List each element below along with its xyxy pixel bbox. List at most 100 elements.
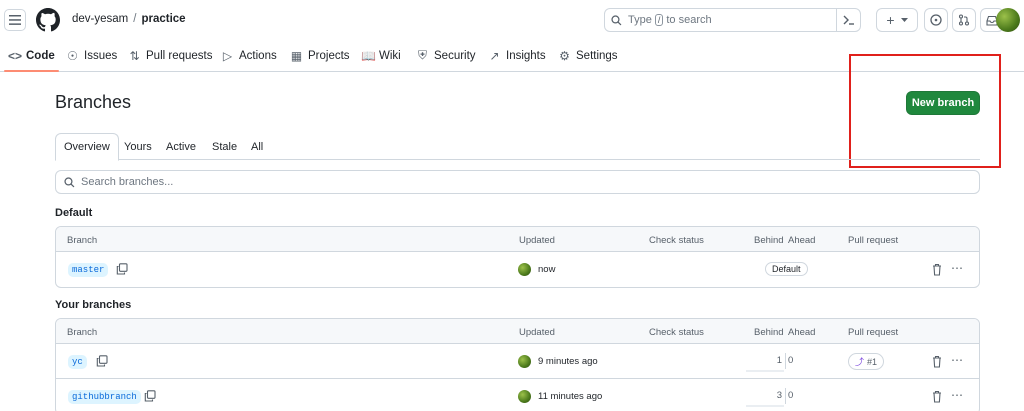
- user-avatar[interactable]: [996, 8, 1020, 32]
- avatar: [518, 263, 531, 276]
- search-shortcut-key: /: [654, 14, 664, 26]
- pull-requests-button[interactable]: [952, 8, 976, 32]
- behind-count: 3: [776, 390, 782, 401]
- tab-settings[interactable]: ⚙ Settings: [558, 40, 617, 71]
- avatar: [518, 355, 531, 368]
- col-updated: Updated: [519, 235, 555, 246]
- global-search-input[interactable]: Type / to search: [604, 8, 861, 32]
- table-header: Branch Updated Check status Behind Ahead…: [56, 319, 979, 344]
- search-type-label: Type: [628, 14, 652, 26]
- tab-insights[interactable]: ↗ Insights: [488, 40, 546, 71]
- tab-security[interactable]: ⛨ Security: [416, 40, 476, 71]
- behind-bar: [746, 405, 784, 407]
- trash-icon[interactable]: [931, 355, 943, 368]
- ahead-behind-divider: [785, 388, 786, 404]
- graph-icon: ↗: [489, 48, 500, 63]
- your-branches-table: Branch Updated Check status Behind Ahead…: [55, 318, 980, 411]
- issue-opened-icon: [930, 14, 942, 26]
- default-branches-table: Branch Updated Check status Behind Ahead…: [55, 226, 980, 288]
- copy-icon[interactable]: [144, 390, 156, 402]
- git-pull-request-icon: ⤴: [855, 357, 865, 367]
- copy-icon[interactable]: [116, 263, 128, 275]
- search-branches-input[interactable]: Search branches...: [55, 170, 980, 194]
- tab-pull-requests[interactable]: ⇅ Pull requests: [128, 40, 212, 71]
- table-row: yc 9 minutes ago 1 0 ⤴ #1 ⋯: [56, 344, 979, 379]
- ahead-behind-divider: [785, 353, 786, 369]
- col-ahead: Ahead: [788, 235, 816, 246]
- chevron-down-icon: [900, 17, 908, 22]
- tab-projects[interactable]: ▦ Projects: [290, 40, 350, 71]
- search-branches-placeholder: Search branches...: [81, 176, 174, 188]
- updated-time: now: [538, 264, 556, 275]
- tab-code[interactable]: <> Code: [4, 40, 59, 72]
- shield-icon: ⛨: [417, 48, 427, 62]
- pull-request-badge[interactable]: ⤴ #1: [848, 353, 885, 370]
- your-branches-heading: Your branches: [55, 299, 132, 311]
- book-icon: 📖: [361, 48, 376, 63]
- create-new-button[interactable]: +: [876, 8, 918, 32]
- new-branch-button[interactable]: New branch: [906, 91, 980, 115]
- ahead-count: 0: [788, 355, 794, 366]
- plus-icon: +: [886, 12, 895, 28]
- pull-request-icon: ⇅: [129, 48, 140, 63]
- tab-yours[interactable]: Yours: [124, 133, 152, 160]
- tab-wiki[interactable]: 📖 Wiki: [361, 40, 401, 71]
- copy-icon[interactable]: [96, 355, 108, 367]
- issue-icon: ☉: [67, 48, 78, 63]
- tab-active[interactable]: Active: [166, 133, 196, 160]
- col-pull-request: Pull request: [848, 235, 899, 246]
- table-row: githubbranch 11 minutes ago 3 0 ⋯: [56, 379, 979, 411]
- col-check-status: Check status: [649, 235, 704, 246]
- behind-bar: [746, 370, 784, 372]
- pull-request-number: #1: [867, 356, 878, 367]
- search-to-label: to search: [666, 14, 712, 26]
- tab-actions[interactable]: ▷ Actions: [221, 40, 277, 71]
- default-badge: Default: [765, 262, 808, 276]
- col-check-status: Check status: [649, 327, 704, 338]
- tab-overview[interactable]: Overview: [55, 133, 119, 161]
- tab-pull-requests-label: Pull requests: [146, 49, 213, 62]
- updated-time: 11 minutes ago: [538, 391, 603, 402]
- col-branch: Branch: [67, 327, 98, 338]
- col-behind: Behind: [754, 327, 784, 338]
- branch-name-link[interactable]: yc: [68, 355, 87, 369]
- hamburger-icon: [9, 15, 21, 25]
- tab-all[interactable]: All: [251, 133, 263, 160]
- tab-actions-label: Actions: [239, 49, 277, 62]
- tab-stale[interactable]: Stale: [212, 133, 237, 160]
- tab-wiki-label: Wiki: [379, 49, 401, 62]
- github-logo-icon[interactable]: [36, 8, 60, 32]
- tab-security-label: Security: [434, 49, 476, 62]
- branch-name-link[interactable]: master: [68, 263, 109, 277]
- command-palette-button[interactable]: [836, 8, 860, 32]
- trash-icon[interactable]: [931, 263, 943, 276]
- tab-projects-label: Projects: [308, 49, 350, 62]
- more-options-icon[interactable]: ⋯: [951, 388, 963, 402]
- code-icon: <>: [8, 48, 23, 63]
- issues-button[interactable]: [924, 8, 948, 32]
- tab-insights-label: Insights: [506, 49, 546, 62]
- terminal-icon: [843, 15, 854, 25]
- breadcrumb: dev-yesam / practice: [72, 13, 186, 25]
- avatar: [518, 390, 531, 403]
- trash-icon[interactable]: [931, 390, 943, 403]
- menu-button[interactable]: [4, 9, 26, 31]
- more-options-icon[interactable]: ⋯: [951, 353, 963, 367]
- branch-name-link[interactable]: githubbranch: [68, 390, 141, 404]
- updated-time: 9 minutes ago: [538, 356, 598, 367]
- owner-link[interactable]: dev-yesam: [72, 13, 128, 25]
- more-options-icon[interactable]: ⋯: [951, 261, 963, 275]
- gear-icon: ⚙: [559, 48, 570, 63]
- col-behind: Behind: [754, 235, 784, 246]
- tab-issues[interactable]: ☉ Issues: [66, 40, 117, 71]
- top-header: dev-yesam / practice Type / to search +: [0, 0, 1024, 40]
- col-branch: Branch: [67, 235, 98, 246]
- col-pull-request: Pull request: [848, 327, 899, 338]
- git-pull-request-icon: [958, 14, 970, 26]
- behind-count: 1: [776, 355, 782, 366]
- branch-filter-tabs: Overview Yours Active Stale All: [55, 133, 980, 161]
- search-icon: [64, 176, 75, 187]
- search-icon: [611, 14, 622, 25]
- tab-issues-label: Issues: [84, 49, 118, 62]
- repo-link[interactable]: practice: [141, 13, 185, 25]
